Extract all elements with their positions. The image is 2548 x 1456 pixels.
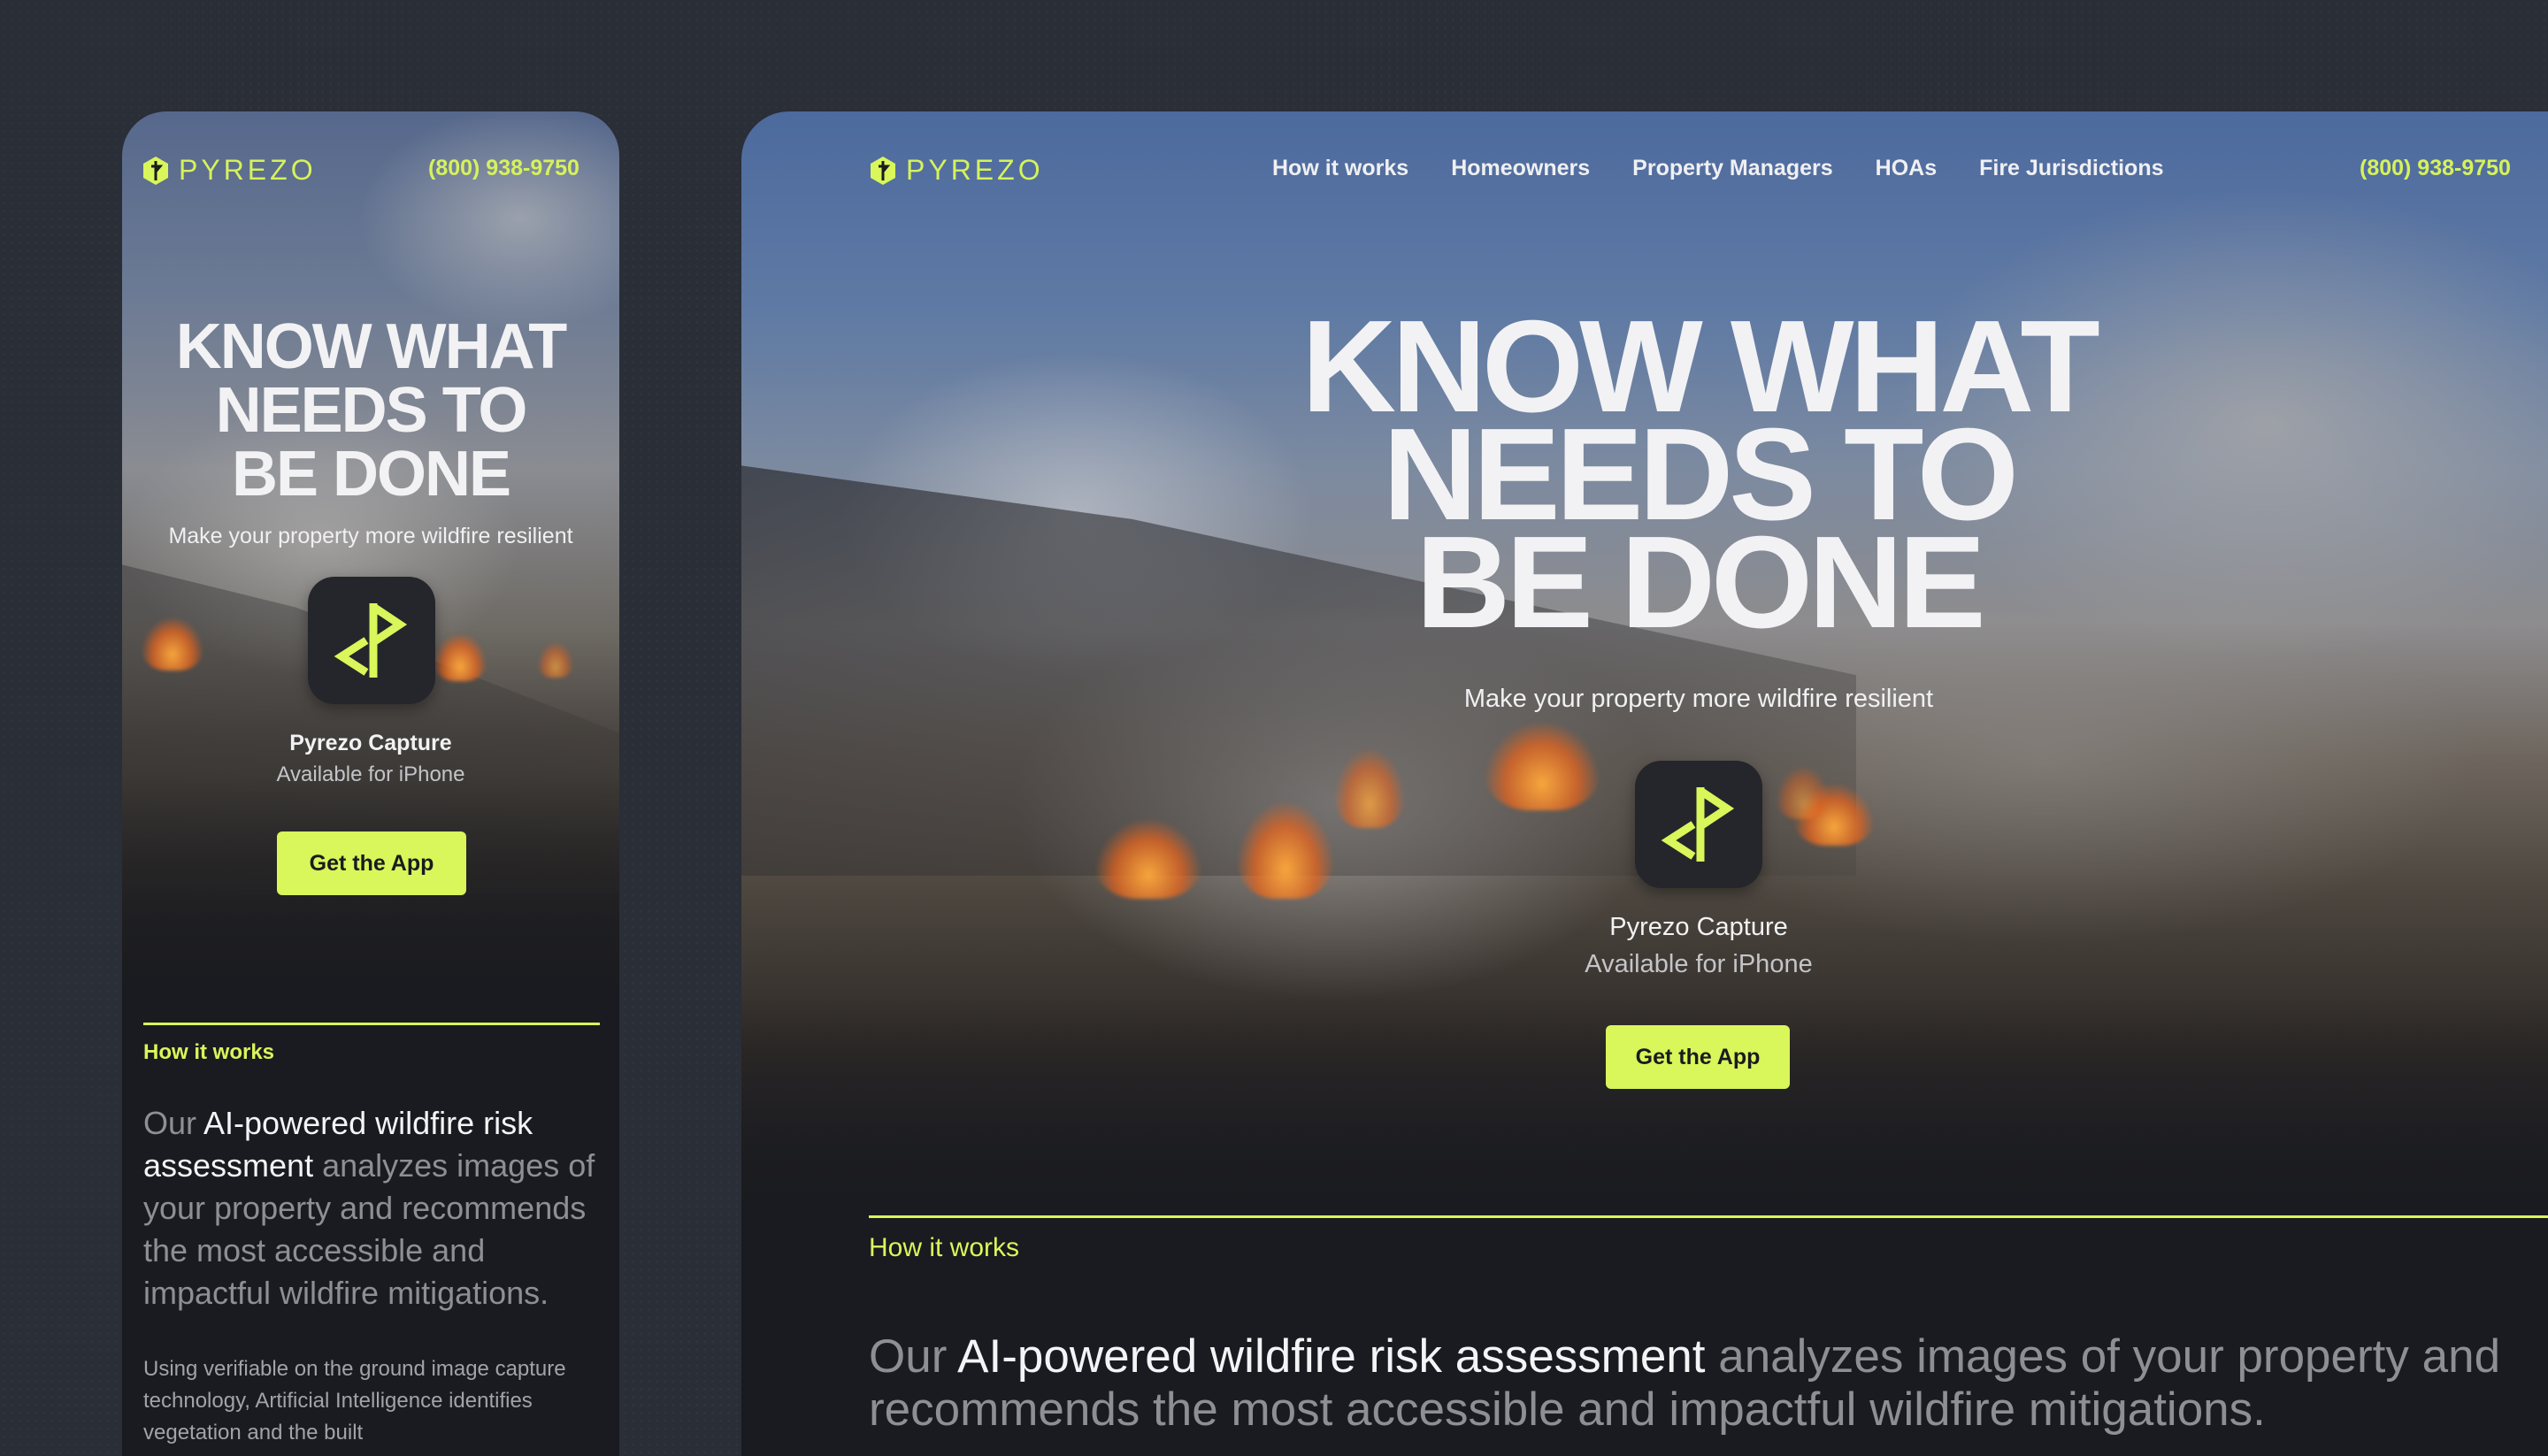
- headline-line: BE DONE: [1416, 510, 1985, 655]
- how-it-works-label: How it works: [869, 1233, 1020, 1262]
- main-navigation: How it works Homeowners Property Manager…: [1272, 156, 2164, 181]
- fire-flame: [1334, 748, 1405, 828]
- brand-logo[interactable]: PYREZO: [869, 154, 1044, 187]
- brand-name: PYREZO: [179, 154, 317, 186]
- desktop-preview-frame: PYREZO How it works Homeowners Property …: [741, 111, 2548, 1456]
- get-the-app-button[interactable]: Get the App: [277, 831, 466, 895]
- section-divider: [869, 1215, 2548, 1218]
- lede-highlight: AI-powered wildfire risk assessment: [957, 1330, 1706, 1383]
- section-divider: [143, 1023, 600, 1025]
- nav-item-hoas[interactable]: HOAs: [1876, 156, 1937, 181]
- how-it-works-label: How it works: [143, 1040, 275, 1064]
- hero-section: PYREZO How it works Homeowners Property …: [741, 111, 2548, 1226]
- lede-lead: Our: [143, 1105, 204, 1141]
- phone-link[interactable]: (800) 938-9750: [428, 156, 579, 181]
- headline-line: BE DONE: [231, 439, 511, 510]
- headline-line: NEEDS TO: [215, 375, 528, 446]
- nav-item-how-it-works[interactable]: How it works: [1272, 156, 1408, 181]
- get-the-app-button[interactable]: Get the App: [1606, 1025, 1790, 1089]
- fire-flame: [434, 633, 487, 681]
- app-icon: [308, 577, 435, 704]
- pyrezo-app-logo-icon: [334, 603, 408, 678]
- fire-flame: [1777, 766, 1830, 819]
- fire-flame: [538, 642, 573, 678]
- app-availability: Available for iPhone: [276, 762, 465, 786]
- brand-logo[interactable]: PYREZO: [142, 154, 317, 187]
- nav-item-property-managers[interactable]: Property Managers: [1632, 156, 1832, 181]
- hexagon-logo-icon: [143, 156, 168, 185]
- how-it-works-lede: Our AI-powered wildfire risk assessment …: [869, 1330, 2548, 1437]
- fire-flame: [142, 617, 203, 671]
- app-icon: [1635, 761, 1762, 888]
- lede-lead: Our: [869, 1330, 958, 1383]
- fire-flame: [1237, 801, 1334, 899]
- phone-link[interactable]: (800) 938-9750: [2360, 156, 2511, 181]
- headline-line: KNOW WHAT: [175, 311, 568, 382]
- how-it-works-body: Using verifiable on the ground image cap…: [143, 1357, 566, 1445]
- hero-section: PYREZO (800) 938-9750 KNOW WHAT NEEDS TO…: [122, 111, 619, 1005]
- nav-item-fire-jurisdictions[interactable]: Fire Jurisdictions: [1979, 156, 2163, 181]
- app-availability: Available for iPhone: [1585, 950, 1813, 978]
- how-it-works-lede: Our AI-powered wildfire risk assessment …: [143, 1102, 603, 1314]
- hero-headline: KNOW WHAT NEEDS TO BE DONE: [741, 302, 2548, 655]
- mobile-preview-frame: PYREZO (800) 938-9750 KNOW WHAT NEEDS TO…: [122, 111, 619, 1456]
- hexagon-logo-icon: [871, 156, 895, 185]
- app-name: Pyrezo Capture: [289, 731, 452, 755]
- pyrezo-app-logo-icon: [1661, 787, 1735, 862]
- hero-subtitle: Make your property more wildfire resilie…: [1463, 685, 1934, 713]
- hero-subtitle: Make your property more wildfire resilie…: [168, 524, 573, 548]
- hero-headline: KNOW WHAT NEEDS TO BE DONE: [122, 315, 619, 506]
- app-name: Pyrezo Capture: [1609, 913, 1788, 941]
- fire-flame: [1095, 819, 1201, 899]
- fire-flame: [1485, 722, 1600, 810]
- brand-name: PYREZO: [906, 154, 1044, 186]
- nav-item-homeowners[interactable]: Homeowners: [1451, 156, 1590, 181]
